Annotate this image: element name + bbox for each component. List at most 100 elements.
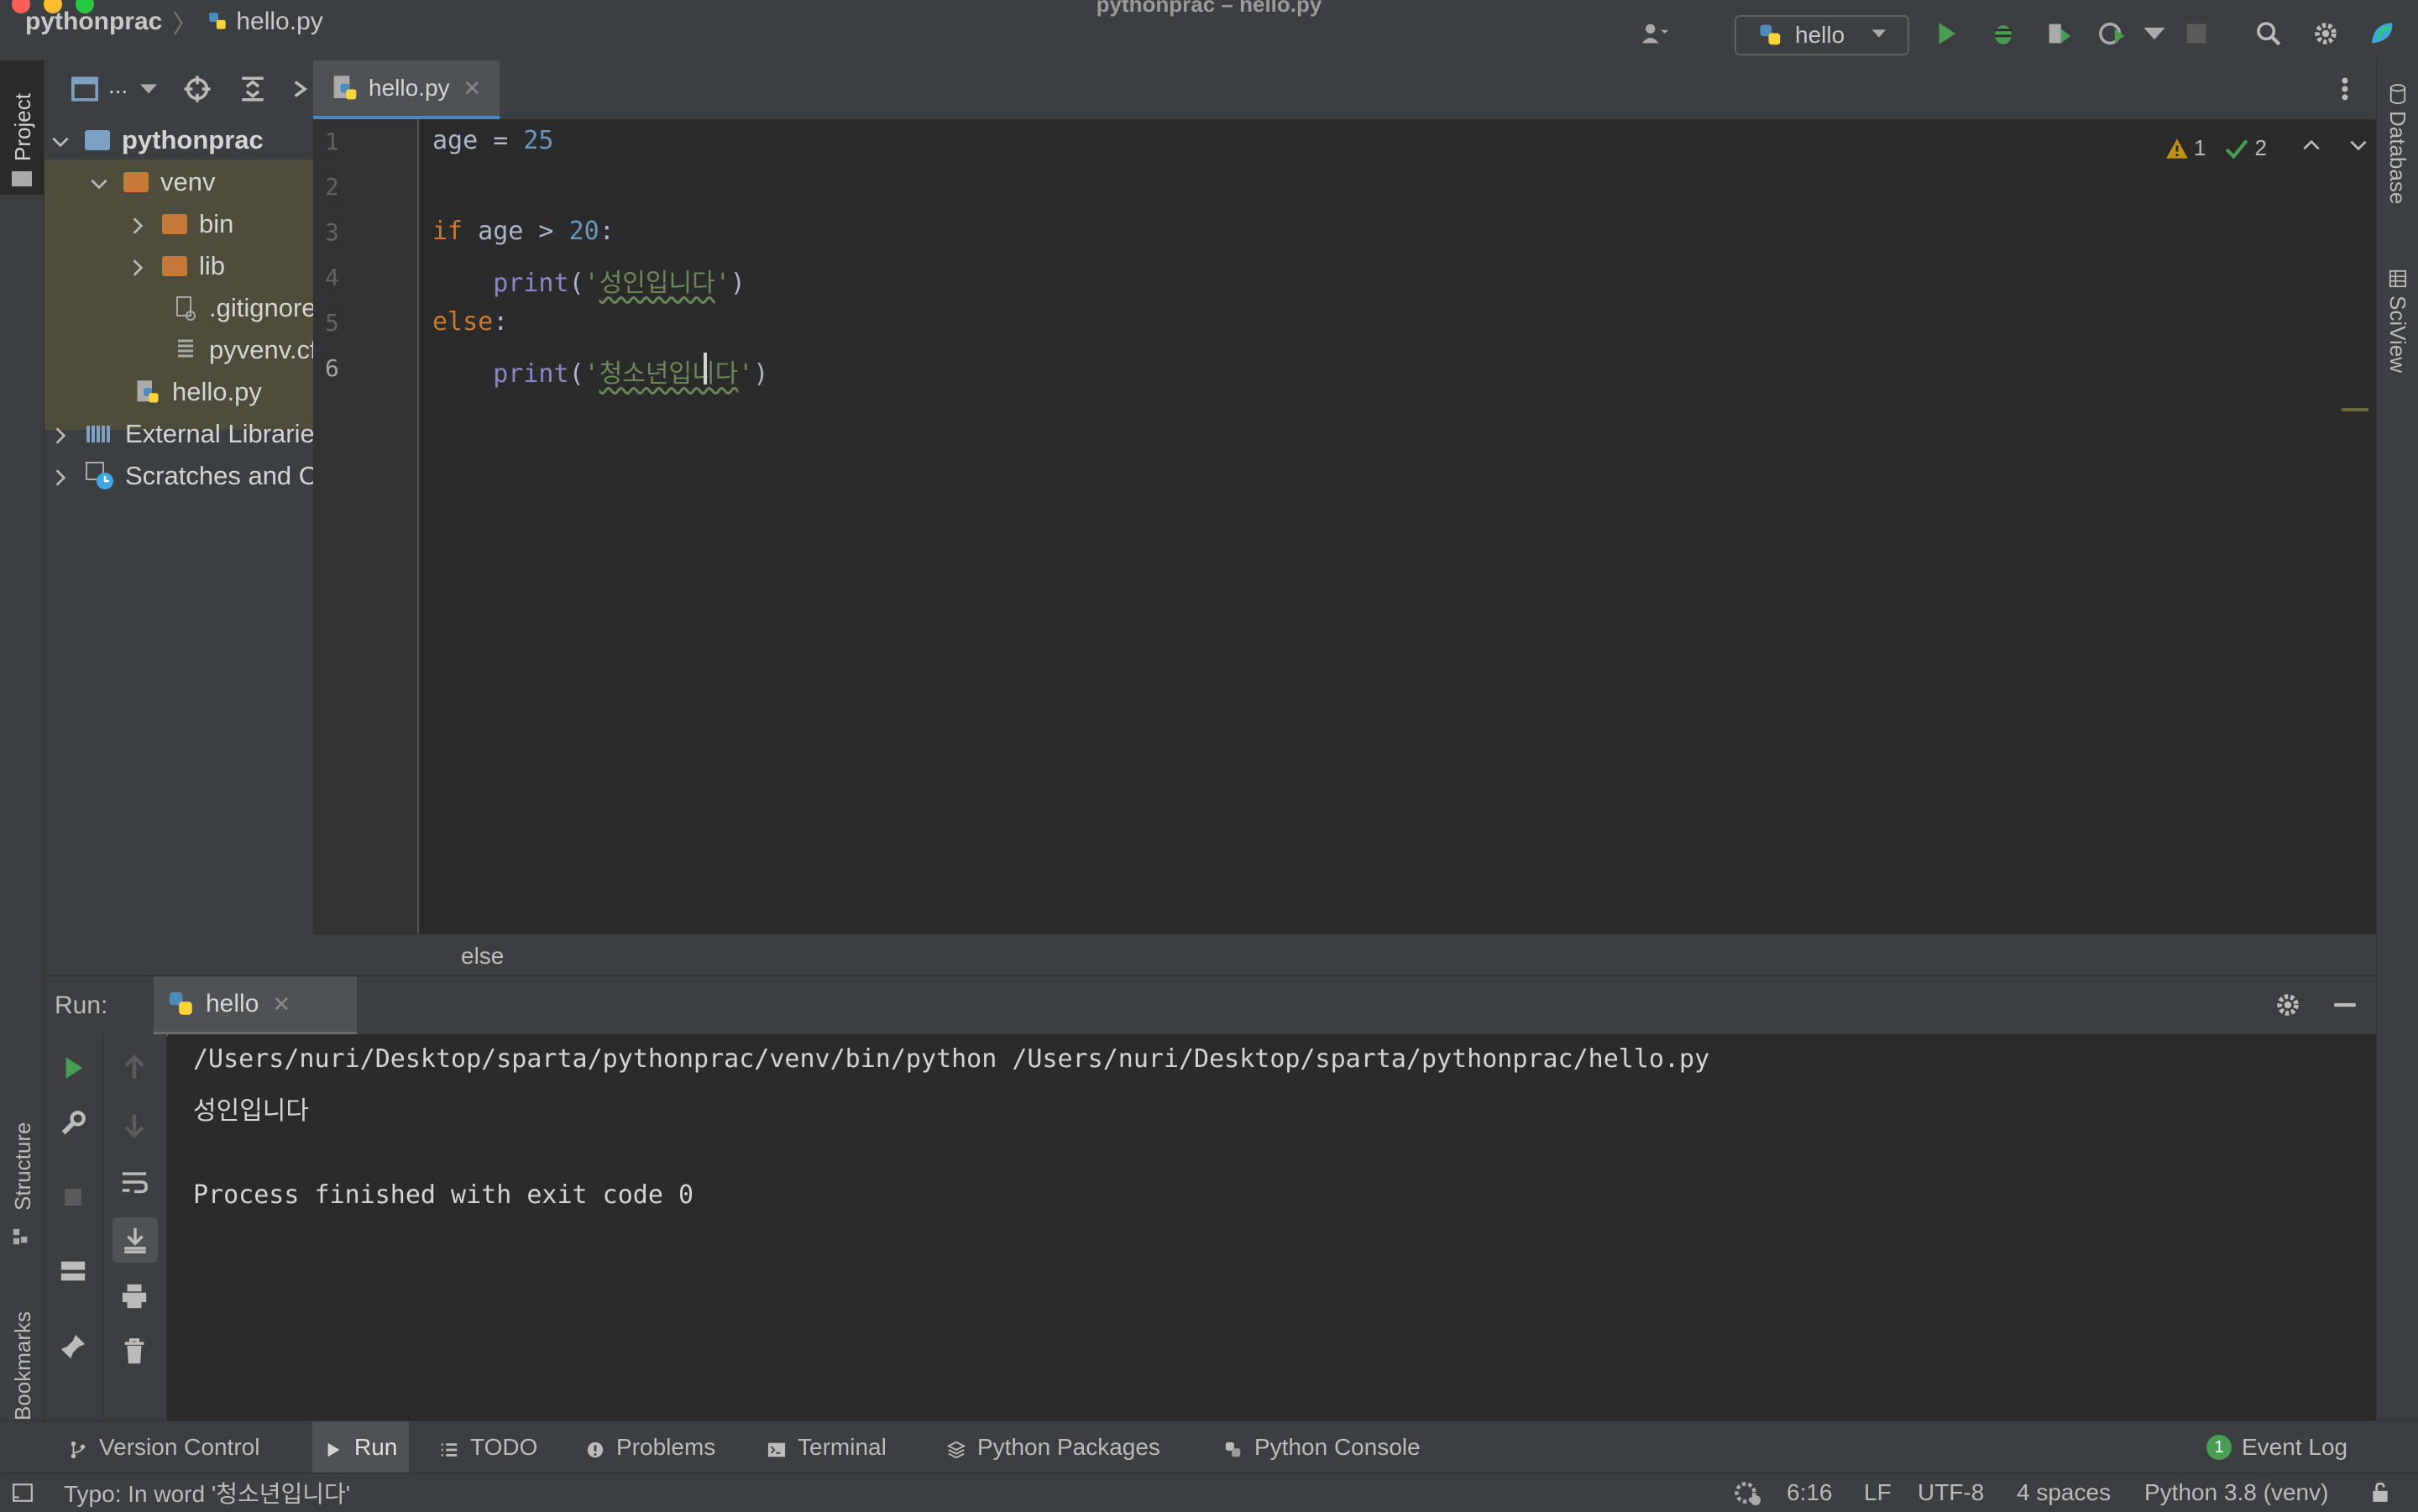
line-separator[interactable]: LF (1864, 1473, 1892, 1512)
gear-icon[interactable] (2271, 988, 2305, 1022)
error-stripe-mark[interactable] (2342, 408, 2368, 411)
tool-window-version-control[interactable]: Version Control (69, 1421, 259, 1473)
line-number: 3 (325, 218, 339, 246)
view-mode-label[interactable]: ... (108, 72, 128, 99)
file-encoding[interactable]: UTF-8 (1918, 1473, 1984, 1512)
console-line: /Users/nuri/Desktop/sparta/pythonprac/ve… (193, 1044, 1710, 1074)
sciview-tab[interactable]: SciView (2377, 262, 2418, 447)
breadcrumb-file[interactable]: hello.py (236, 8, 322, 36)
tree-item-venv[interactable]: venv (88, 161, 215, 203)
breadcrumb-project[interactable]: pythonprac (25, 8, 162, 36)
stop-icon[interactable] (56, 1180, 90, 1214)
event-log-button[interactable]: 1 Event Log (2206, 1421, 2347, 1473)
search-icon[interactable] (2252, 17, 2285, 50)
more-options-icon[interactable] (2328, 72, 2362, 106)
tree-item-external-libraries[interactable]: External Libraries (50, 413, 313, 455)
layout-icon[interactable] (56, 1254, 90, 1288)
tree-item-label: bin (199, 209, 234, 238)
jetbrains-logo-icon[interactable] (2366, 17, 2400, 50)
collapse-all-icon[interactable] (288, 72, 313, 106)
locate-icon[interactable] (181, 72, 214, 106)
code-line-5: else: (432, 307, 509, 337)
close-icon[interactable]: ✕ (272, 991, 290, 1018)
console-line: Process finished with exit code 0 (193, 1180, 694, 1210)
sciview-tab-label: SciView (2385, 296, 2410, 374)
inspector-icon[interactable] (1733, 1473, 1763, 1512)
list-icon (440, 1438, 458, 1457)
stop-icon[interactable] (2180, 17, 2213, 50)
tree-item-pythonprac[interactable]: pythonprac (44, 119, 313, 161)
tool-window-label: Version Control (99, 1434, 260, 1460)
status-message[interactable]: Typo: In word '청소년입니다' (64, 1473, 350, 1512)
panel-toggle-icon[interactable] (12, 1473, 34, 1512)
python-interpreter[interactable]: Python 3.8 (venv) (2144, 1473, 2328, 1512)
run-config-selector[interactable]: hello (1735, 15, 1909, 55)
tree-item-gitignore[interactable]: .gitignore (175, 287, 313, 329)
code-line-1: age = 25 (432, 126, 554, 155)
run-tab-hello[interactable]: hello ✕ (154, 976, 357, 1036)
arrow-up-icon[interactable] (118, 1051, 151, 1085)
python-icon (167, 990, 196, 1018)
print-icon[interactable] (118, 1279, 151, 1313)
rerun-button[interactable] (56, 1051, 90, 1085)
run-toolbar-secondary (104, 1034, 167, 1420)
run-button[interactable] (1929, 17, 1963, 50)
expand-all-icon[interactable] (236, 72, 270, 106)
project-tab[interactable]: Project (0, 60, 44, 195)
branch-icon (69, 1438, 87, 1459)
trash-icon[interactable] (118, 1335, 151, 1368)
structure-tab-label: Structure (10, 1122, 35, 1211)
window-title: pythonprac – hello.py (1096, 0, 1322, 17)
chevron-right-icon (50, 423, 71, 445)
gear-icon[interactable] (2309, 17, 2342, 50)
tool-window-label: Python Packages (977, 1434, 1160, 1460)
chevron-down-icon[interactable] (2347, 134, 2369, 162)
line-number-gutter: 1 2 3 4 5 6 (313, 119, 419, 934)
editor-tab-bar: hello.py ✕ (313, 60, 2376, 120)
tool-window-terminal[interactable]: Terminal (767, 1421, 887, 1473)
code-editor[interactable]: age = 25 if age > 20: print('성인입니다') els… (419, 119, 2368, 934)
scratch-clock-icon (85, 461, 115, 491)
typo-check-icon (2224, 138, 2249, 160)
arrow-down-icon[interactable] (118, 1108, 151, 1142)
view-mode-icon[interactable] (68, 72, 102, 106)
folder-icon (12, 171, 32, 186)
editor-breadcrumb[interactable]: else (461, 943, 504, 970)
chevron-down-icon[interactable] (132, 72, 165, 106)
tool-window-python-console[interactable]: Python Console (1224, 1421, 1421, 1473)
user-icon[interactable] (1637, 17, 1671, 50)
layers-icon (946, 1438, 966, 1459)
profile-button[interactable] (2096, 17, 2129, 50)
tree-item-scratches[interactable]: Scratches and Consoles (50, 455, 313, 497)
code-line-6: print('청소년입니다') (493, 359, 769, 389)
tool-window-python-packages[interactable]: Python Packages (946, 1421, 1160, 1473)
minimize-icon[interactable] (2328, 988, 2362, 1022)
scroll-to-end-icon[interactable] (113, 1217, 158, 1263)
tree-item-hello-py[interactable]: hello.py (135, 371, 262, 413)
tool-window-todo[interactable]: TODO (440, 1421, 537, 1473)
tool-window-run[interactable]: Run (312, 1421, 410, 1473)
breadcrumb: pythonprac 〉 hello.py (25, 8, 323, 39)
soft-wrap-icon[interactable] (118, 1165, 151, 1199)
chevron-up-icon[interactable] (2300, 134, 2322, 162)
wrench-icon[interactable] (56, 1107, 90, 1140)
run-console[interactable]: /Users/nuri/Desktop/sparta/pythonprac/ve… (168, 1034, 2376, 1420)
pin-icon[interactable] (56, 1330, 90, 1363)
caret-position[interactable]: 6:16 (1787, 1473, 1833, 1512)
chevron-down-icon (1870, 24, 1888, 47)
database-tab[interactable]: Database (2377, 77, 2418, 245)
breadcrumb-separator: 〉 (172, 11, 198, 39)
inspection-widget[interactable]: 1 2 (2165, 134, 2369, 162)
terminal-icon (767, 1438, 786, 1457)
tool-window-problems[interactable]: Problems (586, 1421, 715, 1473)
lock-icon[interactable] (2369, 1473, 2391, 1512)
tree-item-bin[interactable]: bin (127, 203, 233, 245)
chevron-down-icon[interactable] (2138, 17, 2171, 50)
tree-item-lib[interactable]: lib (127, 245, 225, 287)
coverage-button[interactable] (2042, 17, 2075, 50)
debug-button[interactable] (1986, 17, 2020, 50)
indent-setting[interactable]: 4 spaces (2017, 1473, 2111, 1512)
close-icon[interactable]: ✕ (463, 76, 482, 102)
editor-tab-hello-py[interactable]: hello.py ✕ (313, 60, 500, 120)
tree-item-pyvenv[interactable]: pyvenv.cfg (175, 329, 313, 371)
